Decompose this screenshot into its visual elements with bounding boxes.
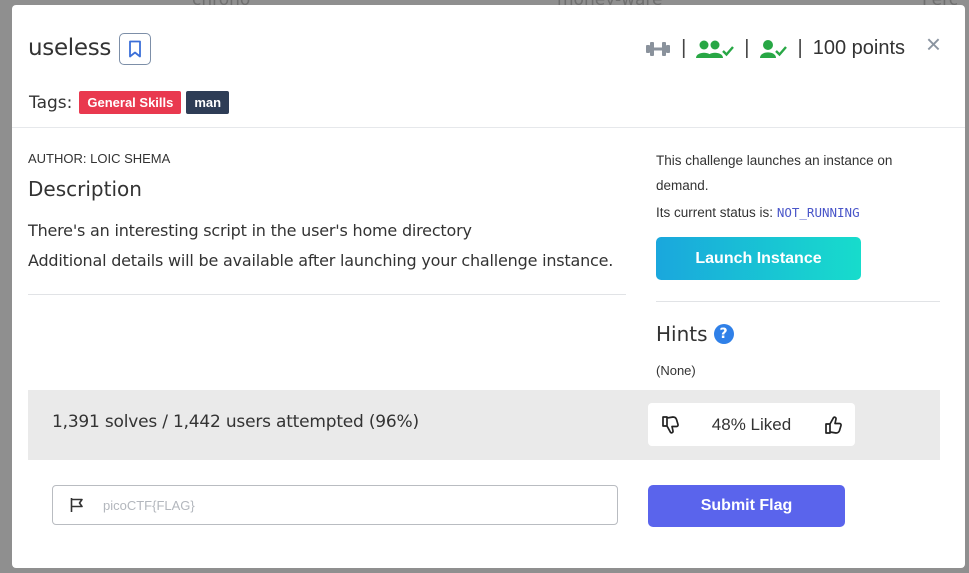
tag-man[interactable]: man <box>186 91 230 114</box>
author-label: AUTHOR: LOIC SHEMA <box>28 151 171 166</box>
meta-separator: | <box>744 37 750 59</box>
flag-icon <box>70 498 83 512</box>
hints-divider <box>656 301 940 302</box>
launch-instance-button[interactable]: Launch Instance <box>656 237 861 280</box>
thumbs-up-icon[interactable] <box>823 415 843 435</box>
status-value: NOT_RUNNING <box>776 205 860 220</box>
close-icon[interactable]: × <box>926 31 941 57</box>
points-value: 100 points <box>812 37 905 59</box>
meta-separator: | <box>681 37 687 59</box>
instance-info-line: demand. <box>656 178 709 193</box>
challenge-meta: | | | 100 points <box>645 37 905 60</box>
flag-input-group[interactable] <box>52 485 618 525</box>
submit-flag-button[interactable]: Submit Flag <box>648 485 845 527</box>
thumbs-down-icon[interactable] <box>660 415 680 435</box>
solves-stats: 1,391 solves / 1,442 users attempted (96… <box>52 412 419 432</box>
challenge-modal: useless | | | 100 points × Tags: General… <box>12 5 965 568</box>
bookmark-button[interactable] <box>119 33 151 65</box>
stats-bar: 1,391 solves / 1,442 users attempted (96… <box>28 390 940 460</box>
hints-value: (None) <box>656 363 696 378</box>
description-heading: Description <box>28 177 142 201</box>
flag-input[interactable] <box>101 496 585 514</box>
hints-heading: Hints ? <box>656 322 734 346</box>
liked-percentage: 48% Liked <box>711 414 792 434</box>
instance-status: Its current status is: NOT_RUNNING <box>656 200 941 225</box>
users-check-icon <box>696 40 735 58</box>
description-divider <box>28 294 626 295</box>
tags-label: Tags: <box>29 92 73 113</box>
description-text: Additional details will be available aft… <box>28 251 614 270</box>
status-label: Its current status is: <box>656 205 774 220</box>
description-text: There's an interesting script in the use… <box>28 221 472 240</box>
bookmark-icon <box>129 40 141 58</box>
instance-info-line: This challenge launches an instance on <box>656 153 893 168</box>
hints-label: Hints <box>656 322 708 346</box>
user-check-icon <box>759 39 787 58</box>
header-divider <box>12 127 965 128</box>
help-icon[interactable]: ? <box>713 324 734 344</box>
challenge-title: useless <box>28 35 112 61</box>
instance-panel: This challenge launches an instance on d… <box>656 148 941 225</box>
meta-separator: | <box>797 37 803 59</box>
dumbbell-icon <box>646 41 671 56</box>
like-widget: 48% Liked <box>648 403 855 446</box>
tag-general-skills[interactable]: General Skills <box>79 91 182 114</box>
tags-row: Tags: General Skills man <box>29 91 230 114</box>
